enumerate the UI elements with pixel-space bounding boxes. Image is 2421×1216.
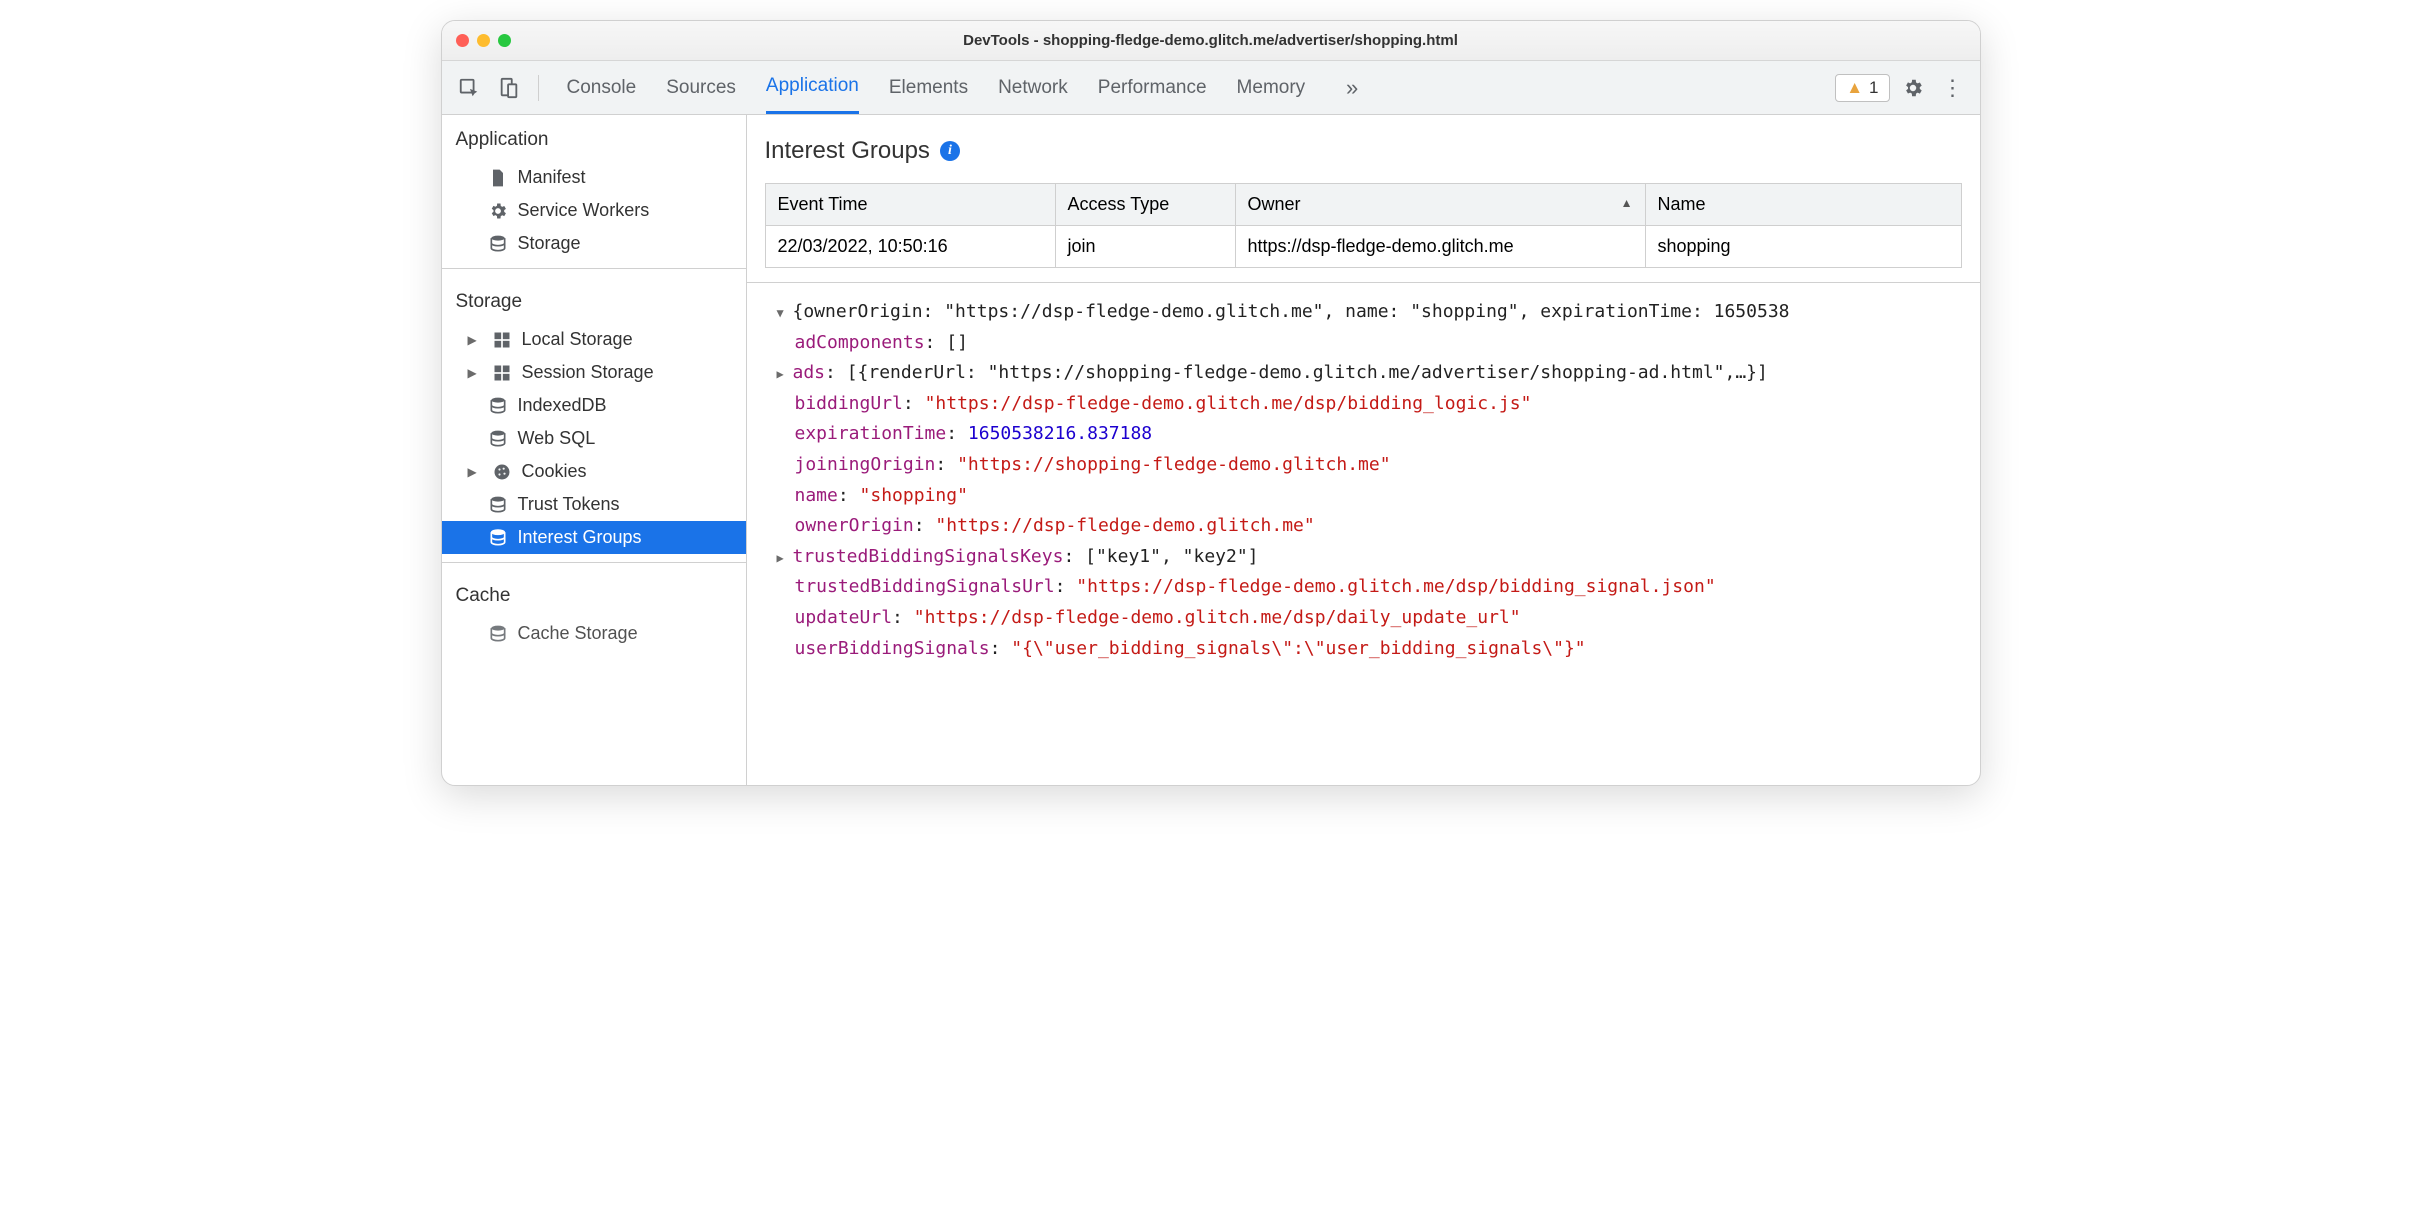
sidebar-item-label: Storage [518,233,581,254]
interest-groups-table: Event Time Access Type Owner▲ Name 22/03… [765,183,1962,268]
info-icon[interactable]: i [940,141,960,161]
json-prop[interactable]: trustedBiddingSignalsUrl: "https://dsp-f… [755,572,1972,603]
inspect-element-icon[interactable] [452,71,486,105]
tab-application[interactable]: Application [766,61,859,114]
main-panel: Interest Groups i Event Time Access Type… [747,115,1980,785]
json-prop-tbsk[interactable]: ▶trustedBiddingSignalsKeys: ["key1", "ke… [755,542,1972,573]
sidebar-item-interest-groups[interactable]: Interest Groups [442,521,746,554]
sidebar-item-label: Cookies [522,461,587,482]
cell-name: shopping [1645,226,1961,268]
sidebar-item-local-storage[interactable]: ▶ Local Storage [442,323,746,356]
section-storage: Storage [442,277,746,323]
json-prop[interactable]: ownerOrigin: "https://dsp-fledge-demo.gl… [755,511,1972,542]
sort-asc-icon: ▲ [1621,196,1633,210]
json-prop[interactable]: biddingUrl: "https://dsp-fledge-demo.gli… [755,389,1972,420]
window-title: DevTools - shopping-fledge-demo.glitch.m… [442,32,1980,49]
window-controls [456,34,511,47]
col-event-time[interactable]: Event Time [765,184,1055,226]
device-toolbar-icon[interactable] [492,71,526,105]
sidebar-item-storage[interactable]: Storage [442,227,746,260]
json-prop[interactable]: updateUrl: "https://dsp-fledge-demo.glit… [755,603,1972,634]
expand-icon: ▶ [468,366,482,380]
sidebar-item-session-storage[interactable]: ▶ Session Storage [442,356,746,389]
settings-icon[interactable] [1896,71,1930,105]
sidebar-item-label: Local Storage [522,329,633,350]
warning-icon: ▲ [1846,78,1863,98]
sidebar-item-label: Trust Tokens [518,494,620,515]
table-row[interactable]: 22/03/2022, 10:50:16 join https://dsp-fl… [765,226,1961,268]
file-icon [488,168,508,188]
database-icon [488,429,508,449]
sidebar-item-websql[interactable]: Web SQL [442,422,746,455]
titlebar: DevTools - shopping-fledge-demo.glitch.m… [442,21,1980,61]
sidebar-item-label: Manifest [518,167,586,188]
section-application: Application [442,115,746,161]
table-header-row: Event Time Access Type Owner▲ Name [765,184,1961,226]
cookie-icon [492,462,512,482]
col-name[interactable]: Name [1645,184,1961,226]
expand-icon: ▶ [777,548,793,568]
sidebar-item-label: Interest Groups [518,527,642,548]
json-prop[interactable]: userBiddingSignals: "{\"user_bidding_sig… [755,634,1972,665]
tab-elements[interactable]: Elements [889,61,968,114]
col-owner[interactable]: Owner▲ [1235,184,1645,226]
database-icon [488,528,508,548]
json-prop[interactable]: expirationTime: 1650538216.837188 [755,419,1972,450]
sidebar-item-trust-tokens[interactable]: Trust Tokens [442,488,746,521]
tab-console[interactable]: Console [567,61,637,114]
sidebar-item-indexeddb[interactable]: IndexedDB [442,389,746,422]
section-cache: Cache [442,571,746,617]
expand-icon: ▶ [468,465,482,479]
heading-text: Interest Groups [765,137,930,165]
json-prop[interactable]: joiningOrigin: "https://shopping-fledge-… [755,450,1972,481]
application-sidebar: Application Manifest Service Workers Sto… [442,115,747,785]
database-icon [488,495,508,515]
sidebar-item-label: Web SQL [518,428,596,449]
json-prop-ads[interactable]: ▶ads: [{renderUrl: "https://shopping-fle… [755,358,1972,389]
kebab-menu-icon[interactable]: ⋮ [1936,71,1970,105]
close-window-button[interactable] [456,34,469,47]
panel-heading: Interest Groups i [747,115,1980,183]
devtools-window: DevTools - shopping-fledge-demo.glitch.m… [441,20,1981,786]
sidebar-item-label: IndexedDB [518,395,607,416]
tab-network[interactable]: Network [998,61,1068,114]
gear-icon [488,201,508,221]
grid-icon [492,330,512,350]
panel-tabs: Console Sources Application Elements Net… [567,61,1370,114]
sidebar-item-label: Session Storage [522,362,654,383]
separator [538,75,539,101]
zoom-window-button[interactable] [498,34,511,47]
cell-event-time: 22/03/2022, 10:50:16 [765,226,1055,268]
sidebar-item-label: Service Workers [518,200,650,221]
minimize-window-button[interactable] [477,34,490,47]
sidebar-item-cookies[interactable]: ▶ Cookies [442,455,746,488]
sidebar-item-label: Cache Storage [518,623,638,644]
divider [442,562,746,563]
collapse-icon: ▼ [777,303,793,323]
col-access-type[interactable]: Access Type [1055,184,1235,226]
sidebar-item-service-workers[interactable]: Service Workers [442,194,746,227]
more-tabs-icon[interactable]: » [1335,71,1369,105]
tab-memory[interactable]: Memory [1237,61,1306,114]
database-icon [488,396,508,416]
grid-icon [492,363,512,383]
expand-icon: ▶ [468,333,482,347]
divider [442,268,746,269]
json-prop[interactable]: name: "shopping" [755,481,1972,512]
sidebar-item-manifest[interactable]: Manifest [442,161,746,194]
warning-count: 1 [1869,78,1878,98]
warnings-badge[interactable]: ▲ 1 [1835,74,1889,102]
sidebar-item-cache-storage[interactable]: Cache Storage [442,617,746,650]
database-icon [488,234,508,254]
tab-performance[interactable]: Performance [1098,61,1207,114]
json-prop[interactable]: adComponents: [] [755,328,1972,359]
database-icon [488,624,508,644]
cell-owner: https://dsp-fledge-demo.glitch.me [1235,226,1645,268]
expand-icon: ▶ [777,364,793,384]
json-viewer[interactable]: ▼{ownerOrigin: "https://dsp-fledge-demo.… [747,282,1980,678]
tab-sources[interactable]: Sources [666,61,736,114]
devtools-toolbar: Console Sources Application Elements Net… [442,61,1980,115]
cell-access-type: join [1055,226,1235,268]
json-root[interactable]: ▼{ownerOrigin: "https://dsp-fledge-demo.… [755,297,1972,328]
